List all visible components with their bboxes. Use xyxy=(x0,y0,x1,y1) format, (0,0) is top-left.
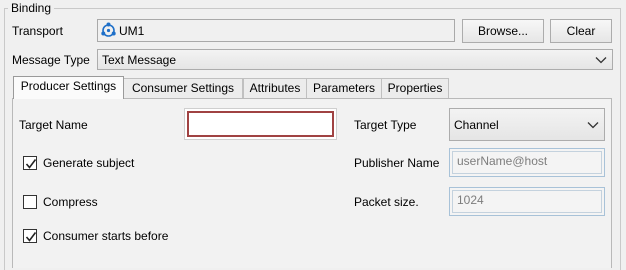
network-transport-icon xyxy=(100,22,117,39)
transport-label: Transport xyxy=(12,24,63,38)
target-type-label: Target Type xyxy=(354,118,417,132)
publisher-name-input[interactable]: userName@host xyxy=(449,148,605,177)
compress-label: Compress xyxy=(43,195,98,209)
tab-consumer-settings[interactable]: Consumer Settings xyxy=(123,78,243,98)
message-type-label: Message Type xyxy=(12,53,90,67)
consumer-starts-before-checkbox[interactable] xyxy=(23,229,37,243)
packet-size-input[interactable]: 1024 xyxy=(449,187,605,216)
target-name-input[interactable] xyxy=(184,108,337,140)
chevron-down-icon xyxy=(595,56,607,63)
binding-title: Binding xyxy=(8,1,55,15)
tab-parameters[interactable]: Parameters xyxy=(306,78,382,98)
publisher-name-placeholder: userName@host xyxy=(452,151,602,174)
packet-size-label: Packet size. xyxy=(354,195,419,209)
chevron-down-icon xyxy=(587,121,599,128)
generate-subject-checkbox[interactable] xyxy=(23,156,37,170)
tab-attributes[interactable]: Attributes xyxy=(243,78,307,98)
transport-value: UM1 xyxy=(119,24,145,38)
target-name-label: Target Name xyxy=(19,118,88,132)
target-name-value xyxy=(187,111,334,137)
transport-field[interactable]: UM1 xyxy=(97,19,455,42)
consumer-starts-before-label: Consumer starts before xyxy=(43,229,169,243)
checkmark-icon xyxy=(25,159,37,169)
browse-button[interactable]: Browse... xyxy=(462,19,544,43)
tab-properties[interactable]: Properties xyxy=(381,78,449,98)
target-type-value: Channel xyxy=(454,117,499,132)
target-type-select[interactable]: Channel xyxy=(449,108,605,141)
publisher-name-label: Publisher Name xyxy=(354,156,440,170)
message-type-select[interactable]: Text Message xyxy=(97,49,613,70)
checkmark-icon xyxy=(25,232,37,242)
clear-button[interactable]: Clear xyxy=(550,19,612,43)
generate-subject-label: Generate subject xyxy=(43,156,135,170)
tab-producer-settings[interactable]: Producer Settings xyxy=(13,76,124,99)
compress-checkbox[interactable] xyxy=(23,195,37,209)
message-type-value: Text Message xyxy=(102,52,177,67)
packet-size-value: 1024 xyxy=(452,190,602,213)
